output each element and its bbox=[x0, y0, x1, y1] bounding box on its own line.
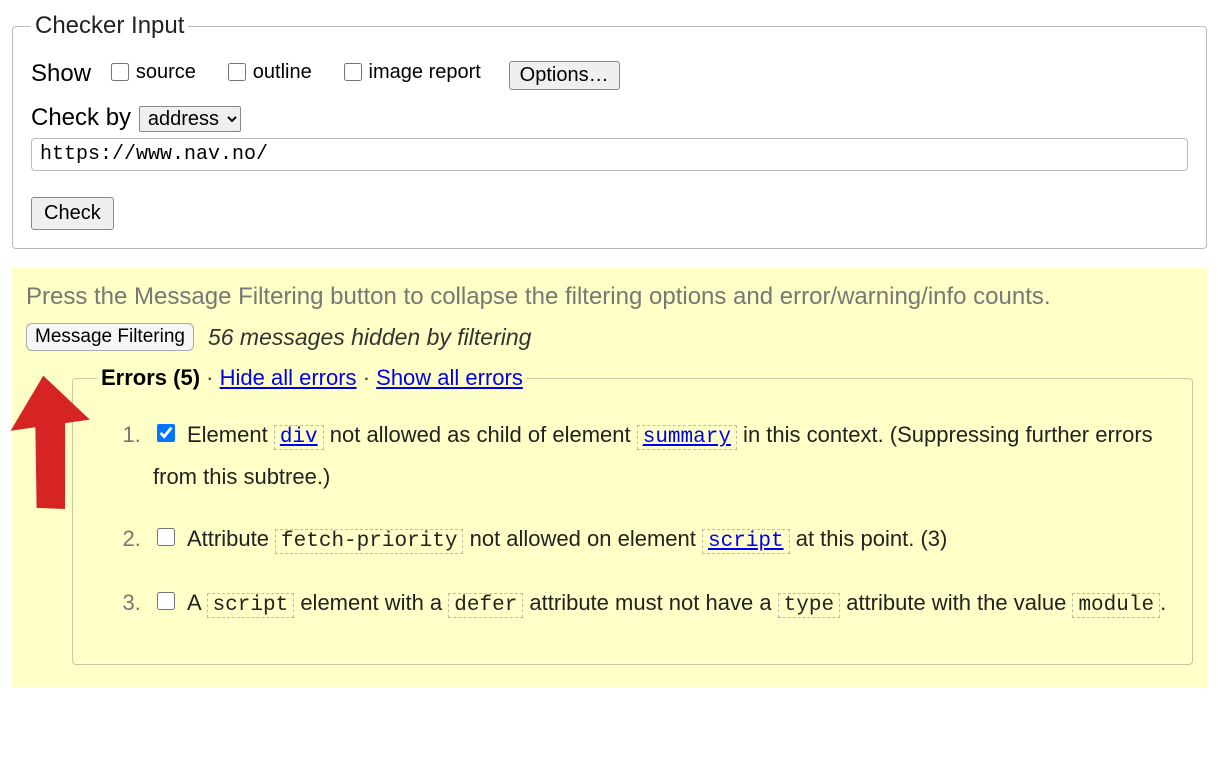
errors-title: Errors (5) bbox=[101, 365, 200, 390]
show-all-errors-link[interactable]: Show all errors bbox=[376, 365, 523, 390]
outline-checkbox-label[interactable]: outline bbox=[224, 60, 312, 84]
error-item: A script element with a defer attribute … bbox=[147, 577, 1168, 641]
outline-text: outline bbox=[253, 61, 312, 84]
code-link[interactable]: script bbox=[702, 529, 790, 554]
code-token: fetch-priority bbox=[275, 529, 463, 554]
image-report-text: image report bbox=[369, 61, 481, 84]
error-text: Element div not allowed as child of elem… bbox=[153, 422, 1153, 489]
source-checkbox[interactable] bbox=[111, 63, 129, 81]
code-token: script bbox=[207, 593, 295, 618]
message-filtering-row: Message Filtering 56 messages hidden by … bbox=[26, 323, 1193, 351]
code-link[interactable]: div bbox=[274, 425, 324, 450]
hide-all-errors-link[interactable]: Hide all errors bbox=[220, 365, 357, 390]
checker-legend: Checker Input bbox=[31, 12, 188, 40]
url-input[interactable] bbox=[31, 138, 1188, 171]
hidden-count: 56 messages hidden by filtering bbox=[208, 324, 531, 351]
checker-input-fieldset: Checker Input Show source outline image … bbox=[12, 12, 1207, 249]
code-link[interactable]: summary bbox=[637, 425, 737, 450]
image-report-checkbox-label[interactable]: image report bbox=[340, 60, 481, 84]
message-filtering-button[interactable]: Message Filtering bbox=[26, 323, 194, 351]
check-by-row: Check by address bbox=[31, 104, 1188, 171]
errors-legend: Errors (5) · Hide all errors · Show all … bbox=[97, 365, 527, 391]
error-item: Element div not allowed as child of elem… bbox=[147, 409, 1168, 512]
source-text: source bbox=[136, 61, 196, 84]
errors-fieldset: Errors (5) · Hide all errors · Show all … bbox=[72, 365, 1193, 665]
error-checkbox[interactable] bbox=[157, 528, 175, 546]
filter-hint: Press the Message Filtering button to co… bbox=[26, 281, 1193, 313]
options-button[interactable]: Options… bbox=[509, 61, 620, 90]
error-text: Attribute fetch-priority not allowed on … bbox=[187, 526, 947, 551]
image-report-checkbox[interactable] bbox=[344, 63, 362, 81]
source-checkbox-label[interactable]: source bbox=[107, 60, 196, 84]
error-checkbox[interactable] bbox=[157, 424, 175, 442]
error-checkbox[interactable] bbox=[157, 592, 175, 610]
error-item: Attribute fetch-priority not allowed on … bbox=[147, 513, 1168, 577]
code-token: type bbox=[778, 593, 840, 618]
check-by-label: Check by bbox=[31, 104, 131, 131]
outline-checkbox[interactable] bbox=[228, 63, 246, 81]
show-label: Show bbox=[31, 60, 91, 87]
filter-panel: Press the Message Filtering button to co… bbox=[12, 267, 1207, 687]
check-button[interactable]: Check bbox=[31, 197, 114, 230]
code-token: module bbox=[1072, 593, 1160, 618]
check-by-select[interactable]: address bbox=[139, 106, 241, 132]
code-token: defer bbox=[448, 593, 523, 618]
errors-list: Element div not allowed as child of elem… bbox=[97, 409, 1168, 640]
show-row: Show source outline image report Options… bbox=[31, 60, 1188, 90]
error-text: A script element with a defer attribute … bbox=[187, 590, 1166, 615]
